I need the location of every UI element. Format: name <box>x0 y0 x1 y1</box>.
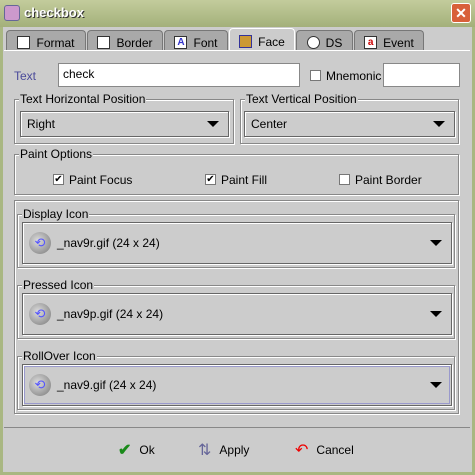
apply-icon: ⇅ <box>198 442 212 459</box>
chevron-down-icon <box>430 382 442 388</box>
close-button[interactable]: ✕ <box>451 3 471 23</box>
rollover-icon-group: RollOver Icon ⟲ _nav9.gif (24 x 24) <box>17 349 455 410</box>
ds-icon <box>306 36 320 49</box>
tab-face[interactable]: Face <box>229 28 295 51</box>
paint-fill-checkbox[interactable]: ✔ <box>205 174 216 185</box>
chevron-down-icon <box>430 311 442 317</box>
tab-format[interactable]: Format <box>6 30 86 51</box>
tab-label: Format <box>36 35 75 50</box>
mnemonic-label: Mnemonic <box>326 69 382 83</box>
nav-refresh-icon: ⟲ <box>29 374 51 396</box>
horizontal-position-group: Text Horizontal Position Right <box>14 92 234 144</box>
selected-value: Center <box>251 117 288 131</box>
font-icon: A <box>174 36 188 49</box>
group-label: Pressed Icon <box>22 278 95 292</box>
chevron-down-icon <box>430 240 442 246</box>
paint-border-label: Paint Border <box>355 173 422 187</box>
mnemonic-checkbox[interactable] <box>310 70 321 81</box>
chevron-down-icon <box>207 121 219 127</box>
chevron-down-icon <box>433 121 445 127</box>
paint-focus-label: Paint Focus <box>69 173 133 187</box>
horizontal-position-select[interactable]: Right <box>20 111 229 137</box>
checkmark-icon: ✔ <box>118 442 132 459</box>
paint-focus-checkbox[interactable]: ✔ <box>53 174 64 185</box>
tab-label: Border <box>116 35 153 50</box>
undo-icon: ↶ <box>295 442 309 459</box>
display-icon-group: Display Icon ⟲ _nav9r.gif (24 x 24) <box>17 207 455 268</box>
tab-label: Face <box>258 34 285 49</box>
apply-button[interactable]: ⇅ Apply <box>198 440 249 460</box>
group-label: RollOver Icon <box>22 349 97 363</box>
tab-label: DS <box>325 35 343 50</box>
cancel-button[interactable]: ↶ Cancel <box>295 440 354 460</box>
vertical-position-group: Text Vertical Position Center <box>240 92 459 144</box>
tab-event[interactable]: a Event <box>354 30 424 51</box>
text-input[interactable]: check <box>58 63 300 87</box>
ok-button[interactable]: ✔ Ok <box>118 440 155 460</box>
window-title: checkbox <box>24 5 84 20</box>
selected-value: _nav9p.gif (24 x 24) <box>57 307 164 321</box>
tab-font[interactable]: A Font <box>164 30 228 51</box>
tab-ds[interactable]: DS <box>296 30 353 51</box>
tab-border[interactable]: Border <box>87 30 163 51</box>
group-label: Display Icon <box>22 207 90 221</box>
app-icon <box>4 5 20 21</box>
paint-border-checkbox[interactable] <box>339 174 350 185</box>
tab-label: Font <box>193 35 218 50</box>
selected-value: _nav9.gif (24 x 24) <box>57 378 157 392</box>
nav-refresh-icon: ⟲ <box>29 303 51 325</box>
button-label: Apply <box>219 443 250 457</box>
paint-fill-label: Paint Fill <box>221 173 268 187</box>
text-label: Text <box>14 69 37 83</box>
format-icon <box>17 36 31 49</box>
selected-value: Right <box>27 117 56 131</box>
face-icon <box>239 35 253 48</box>
event-icon: a <box>364 36 378 49</box>
button-label: Ok <box>139 443 155 457</box>
rollover-icon-select[interactable]: ⟲ _nav9.gif (24 x 24) <box>22 364 452 406</box>
pressed-icon-group: Pressed Icon ⟲ _nav9p.gif (24 x 24) <box>17 278 455 339</box>
tab-label: Event <box>383 35 414 50</box>
group-label: Text Vertical Position <box>245 92 358 106</box>
pressed-icon-select[interactable]: ⟲ _nav9p.gif (24 x 24) <box>22 293 452 335</box>
vertical-position-select[interactable]: Center <box>244 111 455 137</box>
nav-refresh-icon: ⟲ <box>29 232 51 254</box>
border-icon <box>97 36 111 49</box>
display-icon-select[interactable]: ⟲ _nav9r.gif (24 x 24) <box>22 222 452 264</box>
selected-value: _nav9r.gif (24 x 24) <box>57 236 160 250</box>
mnemonic-input[interactable] <box>383 63 460 87</box>
group-label: Text Horizontal Position <box>19 92 147 106</box>
group-label: Paint Options <box>19 147 94 161</box>
button-label: Cancel <box>316 443 354 457</box>
